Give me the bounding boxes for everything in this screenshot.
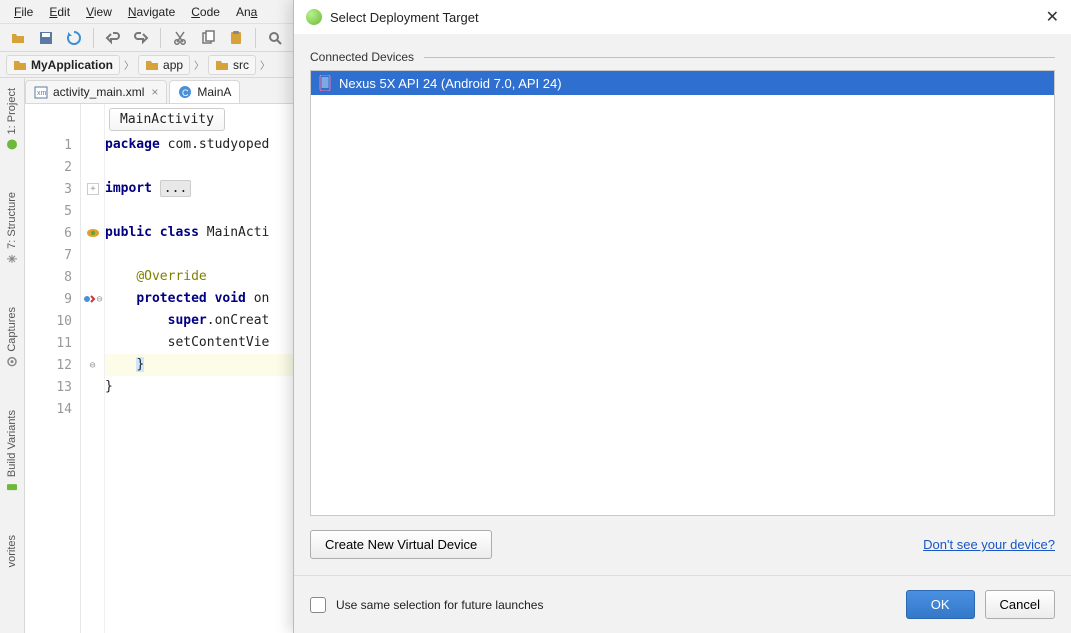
help-link[interactable]: Don't see your device?: [923, 537, 1055, 552]
close-icon[interactable]: ×: [151, 85, 158, 99]
menu-navigate[interactable]: Navigate: [120, 2, 183, 22]
close-icon[interactable]: ✕: [1046, 7, 1059, 27]
device-row[interactable]: Nexus 5X API 24 (Android 7.0, API 24): [311, 71, 1054, 95]
chevron-right-icon: 〉: [194, 57, 204, 72]
crumb-project[interactable]: MyApplication: [6, 55, 120, 75]
android-icon: [306, 9, 322, 25]
dialog-footer: Use same selection for future launches O…: [294, 575, 1071, 633]
code-breadcrumb[interactable]: MainActivity: [109, 108, 225, 131]
menu-analyze[interactable]: Ana: [228, 2, 265, 22]
file-tab-mainactivity[interactable]: C MainA: [169, 80, 240, 103]
tool-tab-project[interactable]: 1: Project: [4, 82, 20, 156]
device-list[interactable]: Nexus 5X API 24 (Android 7.0, API 24): [310, 70, 1055, 516]
ok-button[interactable]: OK: [906, 590, 975, 619]
copy-icon[interactable]: [196, 27, 220, 49]
menu-code[interactable]: Code: [183, 2, 228, 22]
file-tab-activity-main[interactable]: xml activity_main.xml ×: [25, 80, 167, 103]
tool-tab-favorites[interactable]: vorites: [4, 529, 20, 573]
tool-tab-structure[interactable]: 7: Structure: [4, 186, 20, 271]
save-icon[interactable]: [34, 27, 58, 49]
menu-edit[interactable]: Edit: [41, 2, 78, 22]
checkbox-label: Use same selection for future launches: [336, 598, 543, 612]
svg-text:xml: xml: [37, 90, 48, 97]
same-selection-checkbox[interactable]: [310, 597, 326, 613]
dialog-title: Select Deployment Target: [330, 10, 479, 25]
xml-icon: xml: [34, 85, 48, 99]
menu-view[interactable]: View: [78, 2, 120, 22]
gutter[interactable]: 123567891011121314: [25, 104, 81, 633]
left-tool-tabs: 1: Project 7: Structure Captures Build V…: [0, 78, 25, 633]
class-icon: C: [178, 85, 192, 99]
gutter-markers[interactable]: +⊖⊖: [81, 104, 105, 633]
tool-tab-build-variants[interactable]: Build Variants: [4, 404, 20, 499]
phone-icon: [319, 75, 331, 91]
crumb-src[interactable]: src: [208, 55, 256, 75]
create-virtual-device-button[interactable]: Create New Virtual Device: [310, 530, 492, 559]
connected-devices-label: Connected Devices: [310, 50, 1055, 64]
undo-icon[interactable]: [101, 27, 125, 49]
menu-file[interactable]: File: [6, 2, 41, 22]
cut-icon[interactable]: [168, 27, 192, 49]
device-label: Nexus 5X API 24 (Android 7.0, API 24): [339, 76, 562, 91]
sync-icon[interactable]: [62, 27, 86, 49]
paste-icon[interactable]: [224, 27, 248, 49]
deployment-target-dialog: Select Deployment Target ✕ Connected Dev…: [293, 0, 1071, 633]
open-icon[interactable]: [6, 27, 30, 49]
tool-tab-captures[interactable]: Captures: [4, 301, 20, 374]
redo-icon[interactable]: [129, 27, 153, 49]
chevron-right-icon: 〉: [260, 57, 270, 72]
find-icon[interactable]: [263, 27, 287, 49]
cancel-button[interactable]: Cancel: [985, 590, 1055, 619]
chevron-right-icon: 〉: [124, 57, 134, 72]
crumb-module[interactable]: app: [138, 55, 190, 75]
dialog-titlebar: Select Deployment Target ✕: [294, 0, 1071, 34]
svg-text:C: C: [182, 88, 189, 98]
